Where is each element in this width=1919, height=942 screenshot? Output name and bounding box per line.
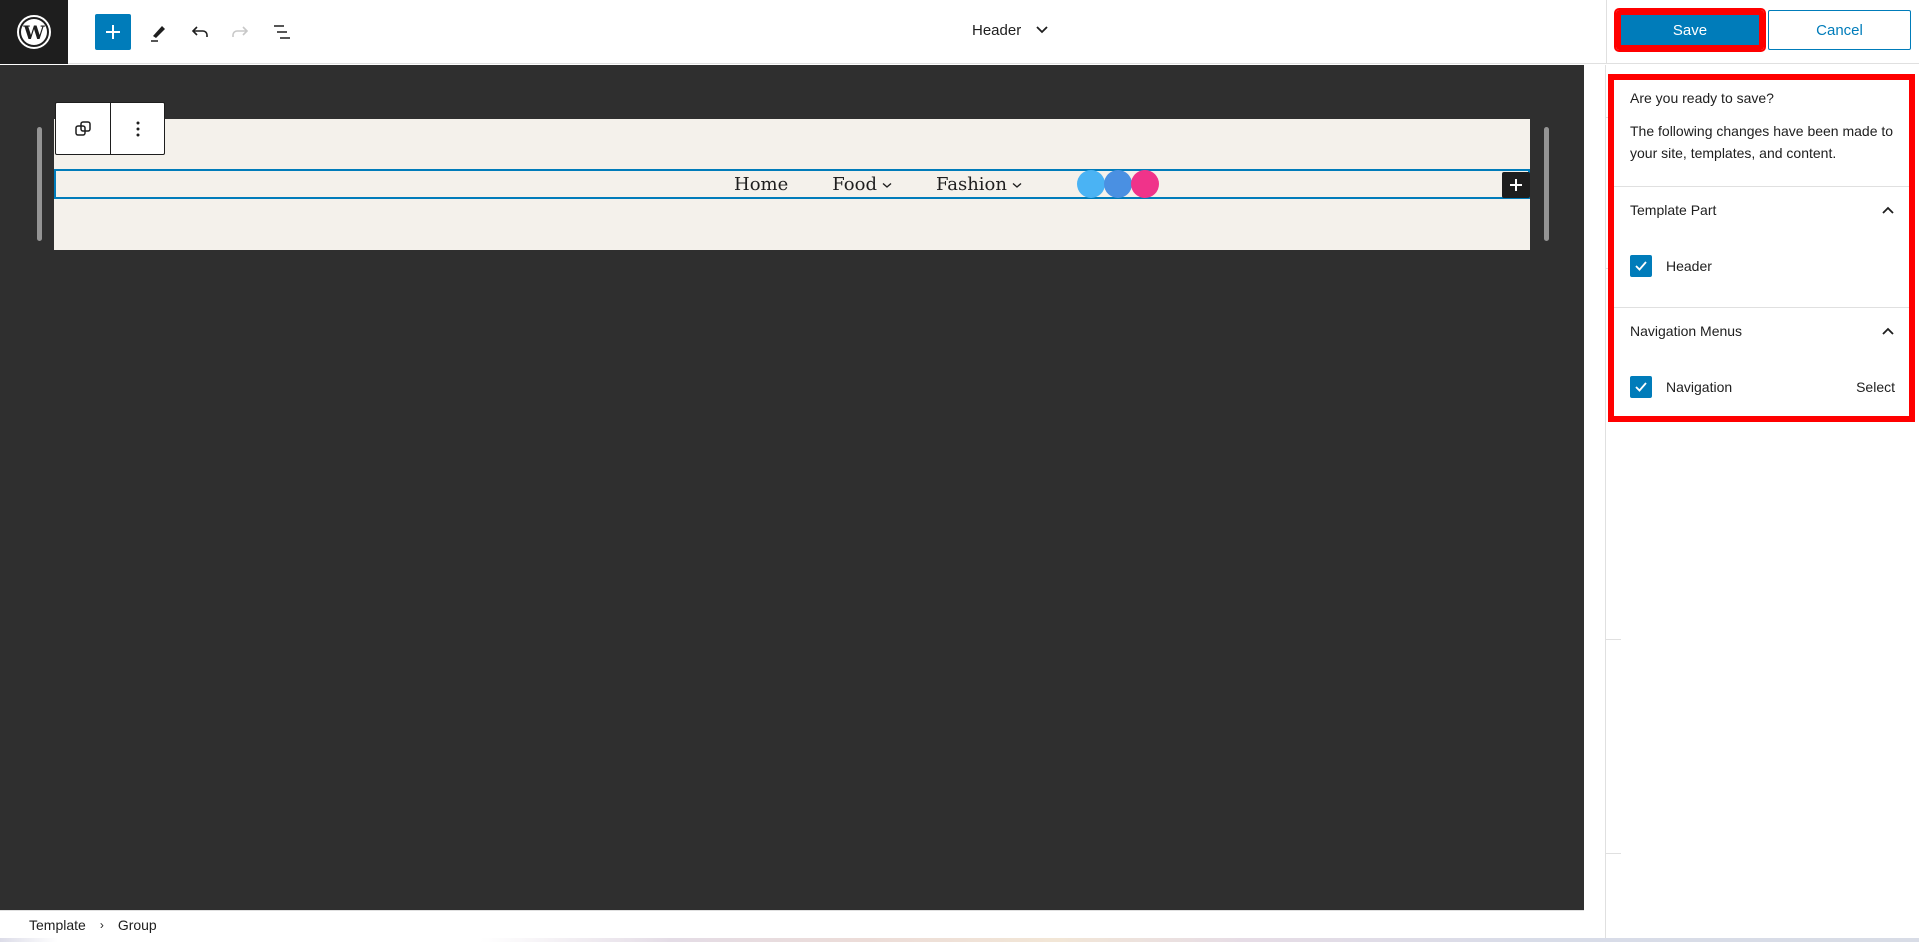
- chevron-right-icon: ›: [99, 917, 104, 932]
- social-icons: [1077, 170, 1159, 198]
- nav-item-label: Food: [832, 173, 877, 195]
- list-view-icon: [274, 25, 290, 39]
- navigation-items: Home Food Fashion: [734, 171, 1022, 197]
- redo-button[interactable]: [222, 14, 258, 50]
- plus-icon: [106, 25, 120, 39]
- editor-canvas: Home Food Fashion: [0, 65, 1584, 910]
- breadcrumb-item-group[interactable]: Group: [118, 917, 157, 933]
- resize-handle-right[interactable]: [1544, 127, 1549, 241]
- entity-label: Navigation: [1666, 379, 1733, 395]
- tools-button[interactable]: [140, 14, 176, 50]
- section-title: Navigation Menus: [1630, 323, 1743, 339]
- save-panel: Are you ready to save? The following cha…: [1608, 74, 1915, 422]
- inline-add-block-button[interactable]: [1502, 172, 1530, 198]
- save-panel-title: Are you ready to save?: [1630, 90, 1774, 106]
- section-toggle-navigation-menus[interactable]: Navigation Menus: [1630, 319, 1895, 343]
- checkmark-icon: [1635, 261, 1647, 271]
- undo-icon: [191, 26, 208, 37]
- redo-icon: [232, 26, 249, 37]
- add-block-button[interactable]: [95, 14, 131, 50]
- breadcrumb: Template › Group: [0, 910, 1584, 938]
- breadcrumb-item-template[interactable]: Template: [29, 917, 86, 933]
- save-button[interactable]: Save: [1614, 8, 1766, 52]
- divider: [1614, 186, 1909, 187]
- header-checkbox[interactable]: [1630, 255, 1652, 277]
- block-options-button[interactable]: [110, 103, 164, 154]
- section-title: Template Part: [1630, 202, 1717, 218]
- chevron-down-icon: [1036, 26, 1048, 34]
- chevron-up-icon: [1882, 327, 1894, 335]
- checkmark-icon: [1635, 382, 1647, 392]
- taskbar-strip: [0, 938, 1919, 942]
- resize-handle-left[interactable]: [37, 127, 42, 241]
- navigation-block[interactable]: Home Food Fashion: [54, 169, 1530, 199]
- cancel-button[interactable]: Cancel: [1768, 10, 1911, 50]
- chevron-down-icon: [882, 182, 892, 188]
- select-link[interactable]: Select: [1856, 379, 1895, 395]
- document-title: Header: [972, 21, 1022, 39]
- social-icon-2[interactable]: [1104, 170, 1132, 198]
- nav-item-food[interactable]: Food: [832, 174, 892, 195]
- wordpress-logo-button[interactable]: W: [0, 0, 68, 64]
- duplicate-icon: [75, 120, 91, 136]
- chevron-up-icon: [1882, 206, 1894, 214]
- entity-row-navigation: Navigation Select: [1630, 375, 1895, 399]
- more-vertical-icon: [136, 121, 139, 136]
- sidebar-divider: [1606, 853, 1621, 854]
- save-panel-description: The following changes have been made to …: [1630, 123, 1894, 161]
- chevron-down-icon: [1012, 182, 1022, 188]
- nav-item-label: Fashion: [935, 173, 1007, 195]
- entity-label: Header: [1666, 258, 1712, 274]
- list-view-button[interactable]: [264, 14, 300, 50]
- entity-row-header: Header: [1630, 254, 1895, 278]
- undo-button[interactable]: [182, 14, 218, 50]
- divider: [1614, 307, 1909, 308]
- social-icon-1[interactable]: [1077, 170, 1105, 198]
- svg-text:W: W: [22, 22, 45, 44]
- transform-block-button[interactable]: [56, 103, 110, 154]
- navigation-checkbox[interactable]: [1630, 376, 1652, 398]
- block-toolbar: [55, 102, 165, 155]
- site-editor: W Header Save Cancel Home Food Fashion T…: [0, 0, 1919, 942]
- wordpress-logo-icon: W: [17, 15, 51, 49]
- document-title-dropdown[interactable]: Header: [972, 18, 1049, 42]
- sidebar-divider: [1606, 639, 1621, 640]
- social-icon-3[interactable]: [1131, 170, 1159, 198]
- nav-item-home[interactable]: Home: [734, 174, 788, 195]
- pencil-icon: [151, 26, 165, 42]
- section-toggle-template-part[interactable]: Template Part: [1630, 198, 1895, 222]
- plus-icon: [1510, 179, 1522, 191]
- nav-item-fashion[interactable]: Fashion: [936, 174, 1022, 195]
- nav-item-label: Home: [734, 173, 789, 195]
